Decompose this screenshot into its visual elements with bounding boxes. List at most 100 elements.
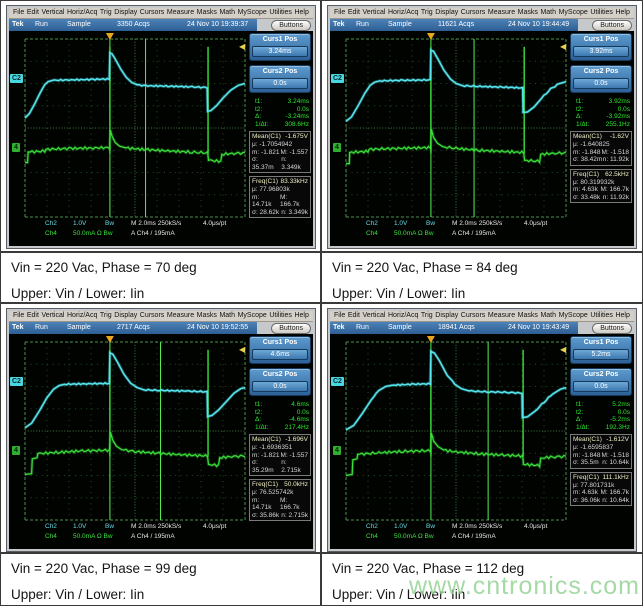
buttons-area: Buttons bbox=[257, 19, 313, 31]
menu-item-utilities[interactable]: Utilities bbox=[269, 311, 292, 321]
curs1-pos-label: Curs1 Pos bbox=[252, 339, 308, 347]
menu-item-utilities[interactable]: Utilities bbox=[590, 311, 613, 321]
menu-item-masks[interactable]: Masks bbox=[197, 8, 217, 18]
menu-item-myscope[interactable]: MyScope bbox=[238, 311, 267, 321]
menu-item-help[interactable]: Help bbox=[615, 8, 629, 18]
ch4-position-marker[interactable]: 4 bbox=[12, 143, 20, 152]
menu-item-horiz-acq[interactable]: Horiz/Acq bbox=[388, 8, 418, 18]
menu-item-math[interactable]: Math bbox=[219, 8, 235, 18]
curs2-pos-control[interactable]: Curs2 Pos 0.0s bbox=[249, 65, 311, 93]
sample-resolution: 4.0μs/pt bbox=[203, 522, 226, 531]
curs1-pos-value[interactable]: 5.2ms bbox=[573, 349, 629, 360]
menu-item-display[interactable]: Display bbox=[114, 8, 137, 18]
curs2-pos-control[interactable]: Curs2 Pos 0.0s bbox=[249, 368, 311, 396]
menu-item-help[interactable]: Help bbox=[294, 8, 308, 18]
curs1-pos-control[interactable]: Curs1 Pos 3.92ms bbox=[570, 33, 632, 61]
menu-item-masks[interactable]: Masks bbox=[197, 311, 217, 321]
curs1-pos-control[interactable]: Curs1 Pos 4.6ms bbox=[249, 336, 311, 364]
mean-label: Mean(C1) bbox=[252, 133, 281, 141]
menu-item-vertical[interactable]: Vertical bbox=[41, 311, 64, 321]
menu-item-horiz-acq[interactable]: Horiz/Acq bbox=[388, 311, 418, 321]
menu-item-horiz-acq[interactable]: Horiz/Acq bbox=[67, 8, 97, 18]
menu-item-masks[interactable]: Masks bbox=[518, 8, 538, 18]
curs2-pos-value[interactable]: 0.0s bbox=[252, 381, 308, 392]
freq-label: Freq(C1) bbox=[252, 178, 278, 186]
freq-label: Freq(C1) bbox=[573, 474, 599, 482]
curs2-pos-control[interactable]: Curs2 Pos 0.0s bbox=[570, 65, 632, 93]
menu-item-cursors[interactable]: Cursors bbox=[461, 8, 486, 18]
menu-item-edit[interactable]: Edit bbox=[27, 311, 39, 321]
ch4-position-marker[interactable]: 4 bbox=[333, 446, 341, 455]
mean-value: -1.675V bbox=[285, 133, 308, 141]
ch2-label: Ch2 bbox=[366, 219, 378, 228]
ch2-position-marker[interactable]: C2 bbox=[331, 74, 344, 83]
ch2-position-marker[interactable]: C2 bbox=[10, 377, 23, 386]
menu-item-edit[interactable]: Edit bbox=[27, 8, 39, 18]
menu-item-math[interactable]: Math bbox=[219, 311, 235, 321]
menu-item-vertical[interactable]: Vertical bbox=[362, 311, 385, 321]
curs1-pos-value[interactable]: 3.24ms bbox=[252, 46, 308, 57]
menu-item-file[interactable]: File bbox=[334, 311, 345, 321]
menu-item-cursors[interactable]: Cursors bbox=[140, 8, 165, 18]
freq-value: 111.1kHz bbox=[603, 474, 630, 482]
ch2-position-marker[interactable]: C2 bbox=[331, 377, 344, 386]
menu-item-measure[interactable]: Measure bbox=[488, 8, 515, 18]
menu-item-myscope[interactable]: MyScope bbox=[559, 8, 588, 18]
menu-item-cursors[interactable]: Cursors bbox=[140, 311, 165, 321]
menu-item-trig[interactable]: Trig bbox=[100, 311, 112, 321]
curs2-pos-value[interactable]: 0.0s bbox=[573, 78, 629, 89]
ch2-position-marker[interactable]: C2 bbox=[10, 74, 23, 83]
menu-item-measure[interactable]: Measure bbox=[488, 311, 515, 321]
acquisition-count: 11621 Acqs bbox=[438, 19, 474, 31]
menu-item-display[interactable]: Display bbox=[435, 311, 458, 321]
delta-label: Δ: bbox=[255, 416, 261, 424]
curs1-pos-control[interactable]: Curs1 Pos 3.24ms bbox=[249, 33, 311, 61]
menu-item-edit[interactable]: Edit bbox=[348, 8, 360, 18]
menu-item-display[interactable]: Display bbox=[435, 8, 458, 18]
ch2-bandwidth: Bw bbox=[105, 522, 114, 531]
curs1-pos-value[interactable]: 4.6ms bbox=[252, 349, 308, 360]
menu-item-masks[interactable]: Masks bbox=[518, 311, 538, 321]
menu-item-utilities[interactable]: Utilities bbox=[269, 8, 292, 18]
freq-sigma: σ: 35.86k bbox=[252, 512, 279, 520]
menu-item-cursors[interactable]: Cursors bbox=[461, 311, 486, 321]
acquisition-count: 2717 Acqs bbox=[117, 322, 150, 334]
menu-item-utilities[interactable]: Utilities bbox=[590, 8, 613, 18]
menu-item-help[interactable]: Help bbox=[615, 311, 629, 321]
buttons-button[interactable]: Buttons bbox=[592, 323, 632, 334]
t1-label: t1: bbox=[255, 401, 262, 409]
curs2-pos-control[interactable]: Curs2 Pos 0.0s bbox=[570, 368, 632, 396]
menu-item-measure[interactable]: Measure bbox=[167, 8, 194, 18]
menu-item-myscope[interactable]: MyScope bbox=[238, 8, 267, 18]
t1-value: 3.24ms bbox=[288, 98, 309, 106]
curs2-pos-value[interactable]: 0.0s bbox=[573, 381, 629, 392]
menu-item-file[interactable]: File bbox=[13, 311, 24, 321]
ch4-scale: 50.0mA Ω Bw bbox=[394, 229, 434, 238]
menu-item-help[interactable]: Help bbox=[294, 311, 308, 321]
menu-item-myscope[interactable]: MyScope bbox=[559, 311, 588, 321]
ch2-scale: 1.0V bbox=[73, 219, 86, 228]
menu-item-measure[interactable]: Measure bbox=[167, 311, 194, 321]
menu-item-file[interactable]: File bbox=[334, 8, 345, 18]
menu-item-horiz-acq[interactable]: Horiz/Acq bbox=[67, 311, 97, 321]
run-status: Run bbox=[356, 322, 369, 334]
menu-item-math[interactable]: Math bbox=[540, 8, 556, 18]
menu-item-trig[interactable]: Trig bbox=[421, 8, 433, 18]
menu-item-display[interactable]: Display bbox=[114, 311, 137, 321]
buttons-button[interactable]: Buttons bbox=[271, 323, 311, 334]
ch4-position-marker[interactable]: 4 bbox=[333, 143, 341, 152]
curs1-pos-control[interactable]: Curs1 Pos 5.2ms bbox=[570, 336, 632, 364]
menu-item-vertical[interactable]: Vertical bbox=[41, 8, 64, 18]
buttons-button[interactable]: Buttons bbox=[592, 20, 632, 31]
curs2-pos-value[interactable]: 0.0s bbox=[252, 78, 308, 89]
buttons-button[interactable]: Buttons bbox=[271, 20, 311, 31]
menu-item-trig[interactable]: Trig bbox=[421, 311, 433, 321]
menu-item-file[interactable]: File bbox=[13, 8, 24, 18]
curs1-pos-value[interactable]: 3.92ms bbox=[573, 46, 629, 57]
menu-item-edit[interactable]: Edit bbox=[348, 311, 360, 321]
caption-traces: Upper: Vin / Lower: Iin bbox=[332, 587, 642, 603]
menu-item-vertical[interactable]: Vertical bbox=[362, 8, 385, 18]
ch4-position-marker[interactable]: 4 bbox=[12, 446, 20, 455]
menu-item-trig[interactable]: Trig bbox=[100, 8, 112, 18]
menu-item-math[interactable]: Math bbox=[540, 311, 556, 321]
